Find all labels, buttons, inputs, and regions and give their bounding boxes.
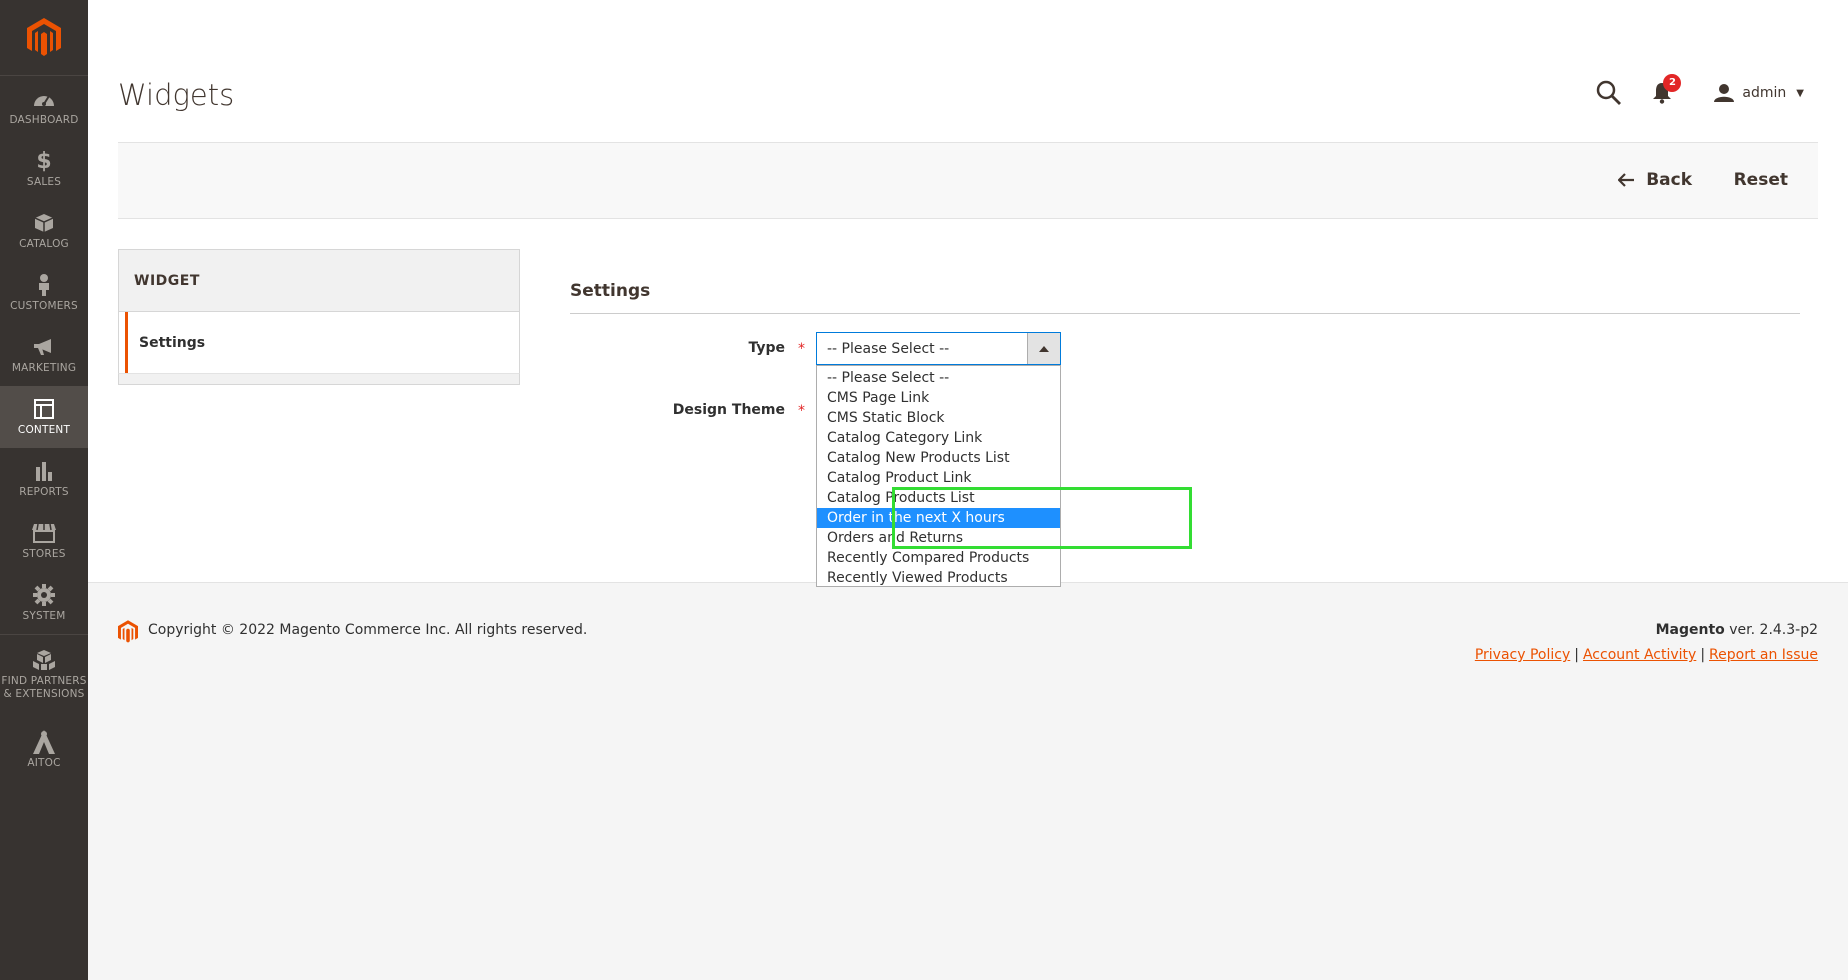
cubes-icon: [32, 648, 56, 672]
copyright-text: Copyright © 2022 Magento Commerce Inc. A…: [148, 622, 588, 638]
sidebar-item-aitoc[interactable]: AITOC: [0, 714, 88, 786]
footer-links: Privacy Policy | Account Activity | Report a…: [1475, 647, 1818, 663]
privacy-policy-link[interactable]: Privacy Policy: [1475, 647, 1570, 663]
dropdown-option[interactable]: Orders and Returns: [817, 528, 1060, 548]
magento-logo-icon: [27, 17, 61, 56]
sidebar-item-label: CATALOG: [19, 238, 69, 250]
sidebar-item-label: AITOC: [27, 757, 61, 769]
layout-icon: [32, 397, 56, 421]
user-menu[interactable]: admin ▼: [1714, 84, 1804, 102]
dropdown-option[interactable]: Catalog New Products List: [817, 448, 1060, 468]
store-icon: [32, 521, 56, 545]
dropdown-option-highlighted[interactable]: Order in the next X hours: [817, 508, 1060, 528]
user-icon: [1714, 84, 1735, 102]
separator: |: [1700, 647, 1706, 663]
dashboard-icon: [32, 87, 56, 111]
tab-settings[interactable]: Settings: [118, 312, 520, 373]
required-marker: *: [798, 341, 805, 357]
user-name: admin: [1742, 85, 1787, 101]
gear-icon: [32, 583, 56, 607]
divider: [570, 313, 1800, 314]
header-actions: 2 admin ▼: [1596, 74, 1804, 106]
arrow-left-icon: [1618, 173, 1635, 187]
chevron-down-icon: ▼: [1796, 87, 1804, 99]
version-number: ver. 2.4.3-p2: [1724, 622, 1818, 638]
sidebar-item-catalog[interactable]: CATALOG: [0, 200, 88, 262]
sidebar-item-label: MARKETING: [11, 362, 77, 374]
sidebar-item-label: STORES: [22, 548, 66, 560]
sidebar-item-label: SYSTEM: [22, 610, 66, 622]
person-icon: [32, 273, 56, 297]
reset-button[interactable]: Reset: [1734, 170, 1788, 190]
page-actions-bar: Back Reset: [118, 142, 1818, 219]
separator: |: [1574, 647, 1579, 663]
notifications-button[interactable]: 2: [1652, 74, 1682, 104]
type-select-value: -- Please Select --: [827, 340, 950, 357]
dollar-icon: $: [36, 148, 52, 174]
dropdown-option[interactable]: Catalog Product Link: [817, 468, 1060, 488]
type-select[interactable]: -- Please Select --: [816, 332, 1061, 365]
sidebar-item-content[interactable]: CONTENT: [0, 386, 88, 448]
magento-footer-logo-icon: [118, 620, 138, 643]
sidebar-item-dashboard[interactable]: DASHBOARD: [0, 76, 88, 138]
sidebar-item-stores[interactable]: STORES: [0, 510, 88, 572]
back-button-label: Back: [1646, 170, 1692, 190]
sidebar-item-label: CONTENT: [17, 424, 71, 436]
dropdown-option[interactable]: -- Please Select --: [817, 368, 1060, 388]
sidebar-item-label: SALES: [26, 176, 62, 188]
sidebar-item-label: FIND PARTNERS & EXTENSIONS: [1, 675, 87, 700]
dropdown-option[interactable]: Catalog Category Link: [817, 428, 1060, 448]
sidebar-item-system[interactable]: SYSTEM: [0, 572, 88, 634]
tabs-title: WIDGET: [118, 249, 520, 312]
sidebar-item-sales[interactable]: $ SALES: [0, 138, 88, 200]
required-marker: *: [798, 403, 805, 419]
version-text: Magento ver. 2.4.3-p2: [1656, 622, 1818, 638]
dropdown-option[interactable]: Catalog Products List: [817, 488, 1060, 508]
bar-chart-icon: [32, 459, 56, 483]
sidebar-item-customers[interactable]: CUSTOMERS: [0, 262, 88, 324]
search-icon[interactable]: [1596, 80, 1622, 106]
box-icon: [32, 211, 56, 235]
brand-name: Magento: [1655, 622, 1725, 638]
page-title: Widgets: [118, 78, 235, 112]
design-theme-label: Design Theme: [672, 402, 785, 418]
dropdown-option[interactable]: Recently Compared Products: [817, 548, 1060, 568]
sidebar-item-marketing[interactable]: MARKETING: [0, 324, 88, 386]
account-activity-link[interactable]: Account Activity: [1583, 647, 1696, 663]
main-content: Widgets 2 admin ▼ Back Reset WIDGET Sett…: [88, 0, 1848, 980]
admin-sidebar: DASHBOARD $ SALES CATALOG CUSTOMERS MARK…: [0, 0, 88, 980]
notification-count-badge: 2: [1663, 74, 1682, 92]
sidebar-item-find-partners[interactable]: FIND PARTNERS & EXTENSIONS: [0, 634, 88, 714]
back-button[interactable]: Back: [1618, 170, 1692, 190]
widget-tabs: WIDGET Settings: [118, 249, 520, 385]
aitoc-icon: [32, 730, 56, 754]
select-toggle-button[interactable]: [1027, 333, 1060, 364]
sidebar-item-reports[interactable]: REPORTS: [0, 448, 88, 510]
type-label: Type: [748, 340, 785, 356]
chevron-up-icon: [1039, 346, 1049, 352]
megaphone-icon: [32, 335, 56, 359]
tabs-footer: [118, 373, 520, 385]
dropdown-option[interactable]: CMS Page Link: [817, 388, 1060, 408]
dropdown-option[interactable]: Recently Viewed Products: [817, 568, 1060, 588]
sidebar-item-label: CUSTOMERS: [10, 300, 78, 312]
type-dropdown-list: -- Please Select -- CMS Page Link CMS St…: [816, 365, 1061, 587]
settings-section-title: Settings: [570, 281, 651, 301]
dropdown-option[interactable]: CMS Static Block: [817, 408, 1060, 428]
report-issue-link[interactable]: Report an Issue: [1709, 647, 1818, 663]
sidebar-item-label: DASHBOARD: [9, 114, 79, 126]
magento-logo[interactable]: [0, 0, 88, 76]
sidebar-item-label: REPORTS: [19, 486, 69, 498]
